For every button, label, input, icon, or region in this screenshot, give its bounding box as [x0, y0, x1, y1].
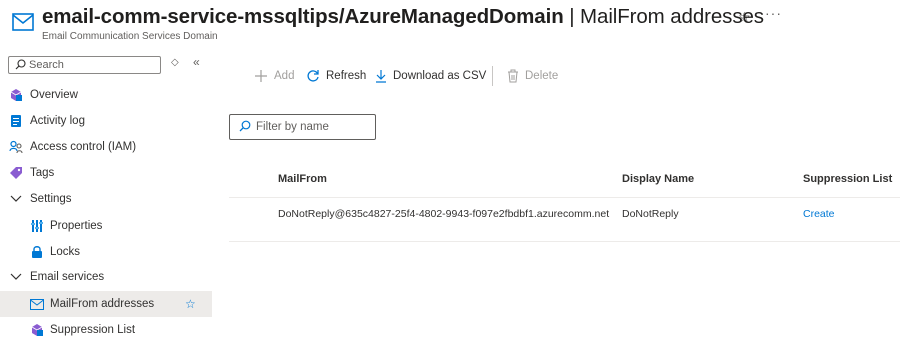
refresh-label: Refresh	[326, 70, 367, 82]
sidebar-item-label: Access control (IAM)	[30, 141, 137, 153]
sidebar-item-label: Activity log	[30, 115, 85, 127]
sidebar-group-email-services[interactable]: Email services	[0, 264, 212, 290]
delete-button[interactable]: Delete	[507, 68, 558, 84]
sidebar-item-label: Tags	[30, 167, 55, 179]
sidebar-item-label: Locks	[50, 246, 81, 258]
sidebar-item-label: MailFrom addresses	[50, 298, 155, 310]
sidebar-search-input[interactable]: Search	[8, 56, 161, 74]
iam-icon	[9, 140, 23, 154]
sidebar-item-label: Suppression List	[50, 324, 136, 336]
sidebar-item-label: Properties	[50, 220, 103, 232]
delete-label: Delete	[525, 70, 559, 82]
sidebar-item-locks[interactable]: Locks	[0, 239, 212, 265]
properties-icon	[30, 219, 44, 233]
collapse-sidebar-icon[interactable]: «	[193, 55, 200, 69]
download-label: Download as CSV	[393, 70, 487, 82]
resource-name: email-comm-service-mssqltips/AzureManage…	[42, 5, 564, 28]
lock-icon	[30, 245, 44, 259]
toolbar-divider	[492, 66, 493, 86]
display-name-cell: DoNotReply	[622, 208, 679, 220]
search-placeholder: Search	[29, 59, 64, 71]
sidebar-item-mailfrom-addresses[interactable]: MailFrom addresses ☆	[0, 291, 212, 317]
mail-icon	[12, 13, 34, 31]
page-subtitle: Email Communication Services Domain	[42, 31, 218, 42]
title-separator: |	[563, 5, 581, 28]
sidebar-item-properties[interactable]: Properties	[0, 213, 212, 239]
add-label: Add	[274, 70, 295, 82]
sidebar-item-tags[interactable]: Tags	[0, 160, 212, 186]
column-header-mailfrom[interactable]: MailFrom	[278, 173, 327, 185]
activity-log-icon	[9, 114, 23, 128]
search-icon	[239, 120, 251, 135]
download-csv-button[interactable]: Download as CSV	[375, 68, 486, 84]
mailfrom-cell: DoNotReply@635c4827-25f4-4802-9943-f097e…	[278, 208, 610, 220]
sidebar-item-label: Email services	[30, 271, 105, 283]
sidebar-item-label: Overview	[30, 89, 78, 101]
chevron-down-icon	[9, 270, 23, 284]
sidebar-item-activity-log[interactable]: Activity log	[0, 108, 212, 134]
refresh-icon	[306, 69, 320, 83]
page-title: email-comm-service-mssqltips/AzureManage…	[42, 5, 764, 29]
refresh-button[interactable]: Refresh	[306, 68, 366, 84]
trash-icon	[507, 69, 519, 83]
search-icon	[15, 59, 26, 73]
suppression-icon	[30, 323, 44, 337]
more-options-button[interactable]: ···	[765, 5, 782, 21]
column-header-display-name[interactable]: Display Name	[622, 173, 694, 185]
expand-collapse-icon[interactable]: ◇	[171, 57, 179, 68]
create-suppression-link[interactable]: Create	[803, 208, 835, 220]
page-name: MailFrom addresses	[580, 5, 764, 28]
sidebar-item-label: Settings	[30, 193, 72, 205]
favorite-star-icon[interactable]: ☆	[738, 9, 751, 26]
download-icon	[375, 69, 387, 83]
tag-icon	[9, 166, 23, 180]
filter-by-name-input[interactable]: Filter by name	[229, 114, 376, 140]
add-button[interactable]: Add	[254, 68, 294, 84]
sidebar-item-suppression-list[interactable]: Suppression List	[0, 317, 212, 343]
favorite-star-icon[interactable]: ☆	[185, 297, 196, 311]
sidebar-item-overview[interactable]: Overview	[0, 82, 212, 108]
sidebar-item-iam[interactable]: Access control (IAM)	[0, 134, 212, 160]
chevron-down-icon	[9, 192, 23, 206]
sidebar-group-settings[interactable]: Settings	[0, 186, 212, 212]
filter-placeholder: Filter by name	[256, 121, 329, 133]
overview-icon	[9, 88, 23, 102]
column-header-suppression-list[interactable]: Suppression List	[803, 173, 892, 185]
plus-icon	[254, 69, 268, 83]
mail-icon	[30, 297, 44, 311]
